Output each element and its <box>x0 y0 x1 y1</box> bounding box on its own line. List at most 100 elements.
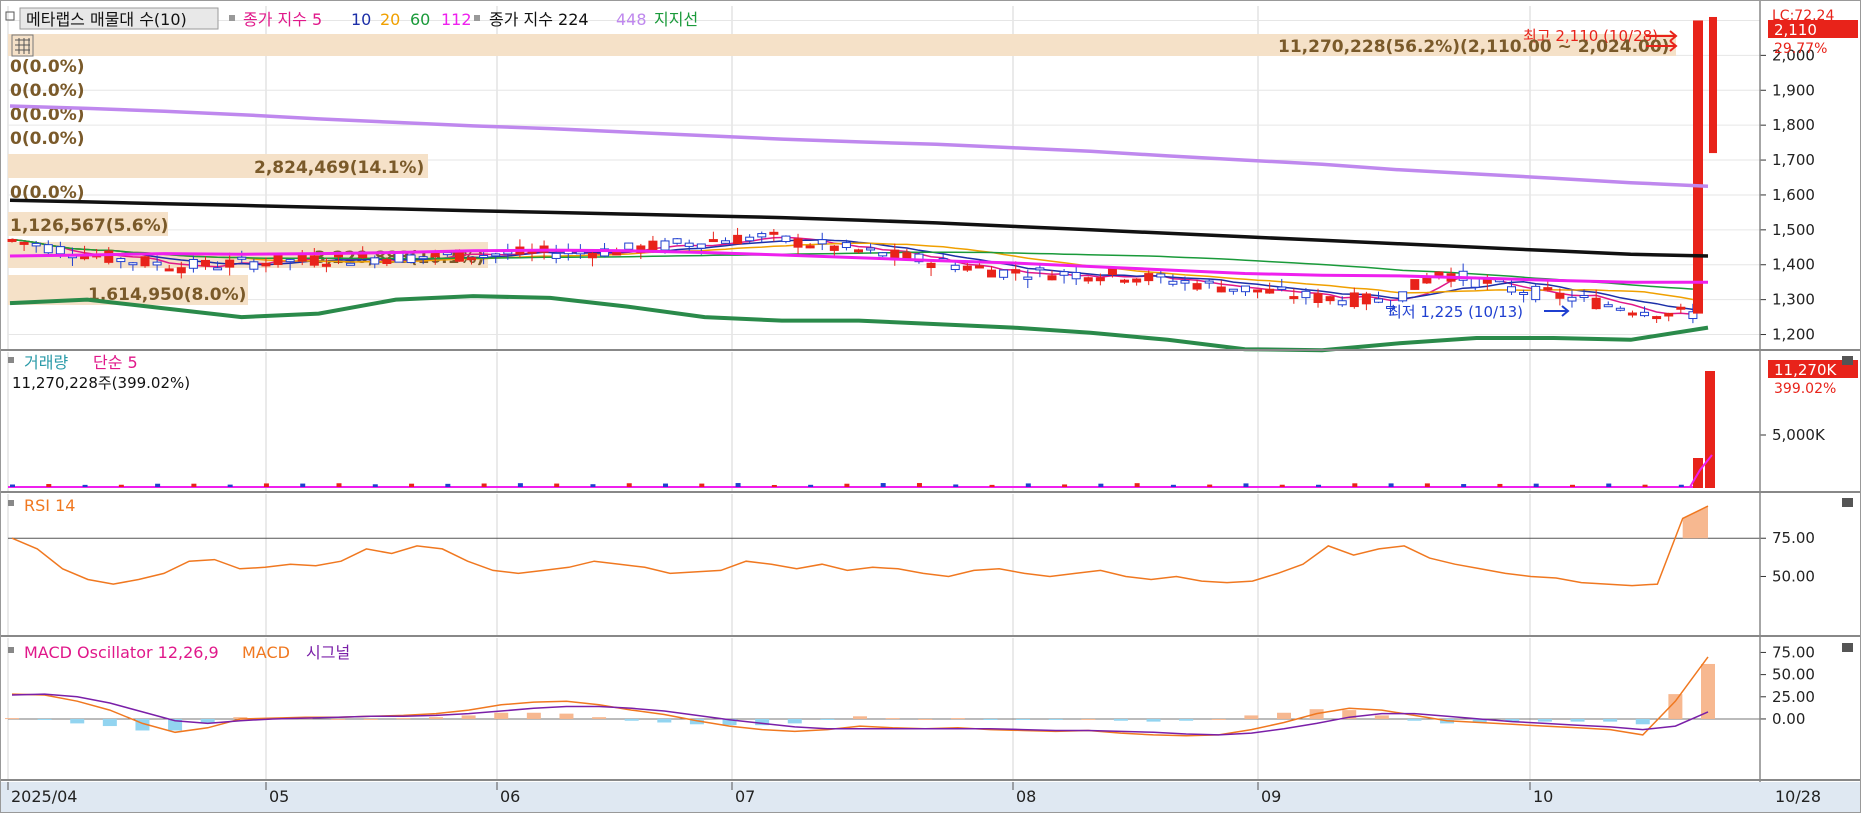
y-tick-label: 1,300 <box>1772 291 1815 309</box>
close-icon[interactable] <box>1842 356 1853 365</box>
candle-body <box>1398 291 1408 302</box>
candle-body <box>1325 296 1335 302</box>
candle-body <box>987 269 997 278</box>
macd-osc-bar <box>102 718 117 727</box>
y-tick-label: 75.00 <box>1772 643 1815 661</box>
candle-body <box>805 245 815 249</box>
candle-body <box>1567 296 1577 302</box>
candle-body <box>19 241 29 245</box>
x-tick-label: 10/28 <box>1775 787 1821 806</box>
candle-body <box>829 245 839 251</box>
candle-body <box>1120 279 1130 283</box>
x-tick-label: 09 <box>1261 787 1281 806</box>
macd-osc-bar <box>461 715 476 719</box>
chart-canvas[interactable]: 0(0.0%)0(0.0%)0(0.0%)0(0.0%)2,824,469(14… <box>0 0 1861 813</box>
candle-body <box>660 240 670 251</box>
profile-label: 0(0.0%) <box>10 81 85 101</box>
candle-body <box>1664 312 1674 317</box>
macd-osc-bar <box>1048 718 1063 720</box>
macd-osc-bar <box>624 718 639 721</box>
volume-bar <box>771 484 777 487</box>
candle-body <box>116 258 126 263</box>
legend-bullet-icon <box>8 500 14 506</box>
candle-body <box>1349 292 1359 308</box>
candle-body <box>648 240 658 251</box>
close-icon[interactable] <box>1842 643 1853 652</box>
macd-osc-bar <box>1016 718 1031 720</box>
background <box>0 0 1861 813</box>
macd-osc-bar <box>1374 715 1389 719</box>
candle-body <box>1011 269 1021 274</box>
volume-bar <box>82 484 88 487</box>
volume-bar <box>1316 484 1322 487</box>
candle-body <box>1531 285 1541 301</box>
stock-name-label: 메타랩스 매물대 수(10) <box>26 10 187 29</box>
macd-osc-bar <box>820 718 835 720</box>
support-line-label: 지지선 <box>654 10 698 29</box>
macd-osc-bar <box>918 718 933 720</box>
macd-osc-bar <box>853 716 867 719</box>
candle-body <box>1579 295 1589 299</box>
macd-osc-bar <box>885 718 900 720</box>
candle-body <box>1289 296 1299 300</box>
x-tick-label: 06 <box>500 787 520 806</box>
volume-info: 11,270,228주(399.02%) <box>12 374 190 392</box>
y-tick-label: 1,200 <box>1772 326 1815 344</box>
volume-bar <box>1678 484 1684 487</box>
profile-label: 0(0.0%) <box>10 129 85 149</box>
x-tick-label: 10 <box>1533 787 1553 806</box>
volume-bar <box>300 483 306 487</box>
ma5-label: 종가 지수 5 <box>243 10 322 29</box>
candle-body <box>43 244 53 254</box>
macd-osc-bar <box>1146 718 1161 722</box>
x-tick-label: 2025/04 <box>11 787 77 806</box>
x-tick-label: 05 <box>269 787 289 806</box>
candle-body <box>1132 278 1142 283</box>
volume-bar <box>1705 371 1715 488</box>
candle-body <box>1071 271 1081 280</box>
candle-body <box>1337 300 1347 306</box>
candle-body <box>817 239 827 245</box>
candle-body <box>1180 280 1190 284</box>
volume-bar <box>517 483 523 487</box>
candle-body <box>1482 279 1492 284</box>
candle-body <box>442 252 452 256</box>
y-tick-label: 50.00 <box>1772 567 1815 585</box>
x-tick-label: 07 <box>735 787 755 806</box>
macd-osc-bar <box>559 713 574 719</box>
volume-bar <box>191 483 197 487</box>
macd-osc-bar <box>1407 718 1422 721</box>
rsi-label: RSI 14 <box>24 496 75 515</box>
candle-body <box>684 242 694 247</box>
volume-bar <box>1170 484 1176 487</box>
last-candle-body <box>1709 16 1717 154</box>
candle-body <box>1253 289 1263 293</box>
candle-body <box>1507 286 1517 293</box>
y-tick-label: 1,400 <box>1772 256 1815 274</box>
macd-osc-bar <box>1635 718 1650 725</box>
candle-body <box>1107 268 1117 275</box>
candle-body <box>346 262 356 266</box>
volume-bar <box>481 483 487 487</box>
candle-body <box>1192 283 1202 290</box>
close-icon[interactable] <box>1842 498 1853 507</box>
candle-body <box>1216 286 1226 293</box>
legend-bullet-icon <box>229 15 235 21</box>
y-tick-label: 1,900 <box>1772 81 1815 99</box>
ma224-label: 종가 지수 224 <box>489 10 589 29</box>
candle-body <box>1627 312 1637 316</box>
candle-body <box>418 256 428 260</box>
candle-body <box>926 262 936 269</box>
candle-body <box>1615 307 1625 311</box>
macd-osc-bar <box>363 718 378 720</box>
candle-body <box>624 242 634 250</box>
candle-body <box>261 262 271 267</box>
candle-body <box>1361 293 1371 305</box>
volume-bar <box>336 483 342 487</box>
candle-body <box>1543 287 1553 291</box>
volume-bar <box>1098 483 1104 487</box>
candle-body <box>491 253 501 257</box>
macd-osc-bar <box>1244 715 1259 719</box>
legend-bullet-icon <box>474 15 480 21</box>
volume-bar <box>1062 484 1068 487</box>
